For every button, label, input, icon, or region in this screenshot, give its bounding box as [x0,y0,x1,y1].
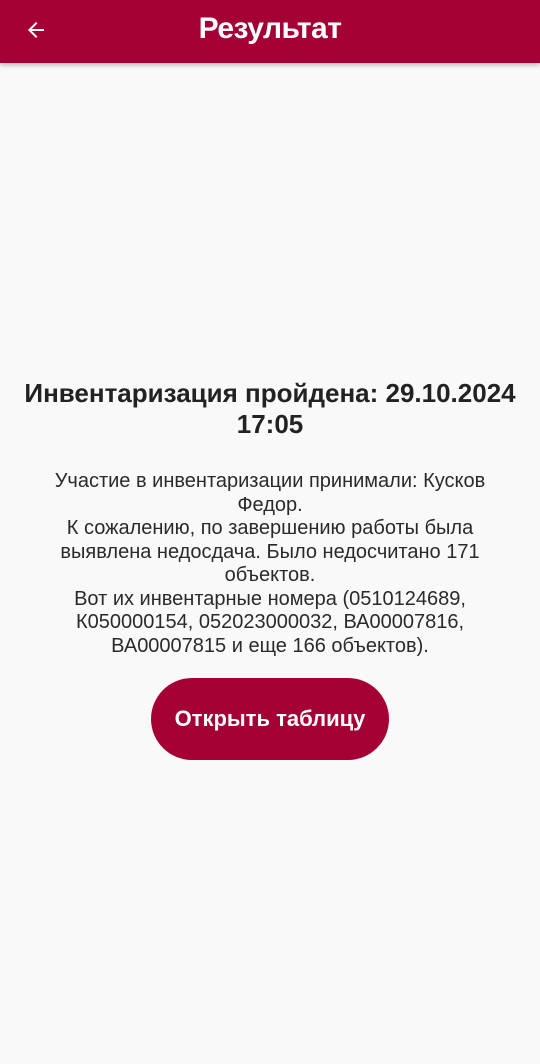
participants-text: Участие в инвентаризации принимали: Куск… [54,470,486,516]
result-content: Инвентаризация пройдена: 29.10.2024 17:0… [24,378,516,658]
inventory-numbers-text: Вот их инвентарные номера (0510124689, К… [74,587,466,657]
open-table-button[interactable]: Открыть таблицу [151,678,389,760]
shortage-text: К сожалению, по завершению работы была в… [60,517,480,586]
result-headline: Инвентаризация пройдена: 29.10.2024 17:0… [24,378,516,439]
app-bar: Результат [0,0,540,63]
page-title: Результат [198,12,342,45]
result-message: Участие в инвентаризации принимали: Куск… [24,470,516,658]
